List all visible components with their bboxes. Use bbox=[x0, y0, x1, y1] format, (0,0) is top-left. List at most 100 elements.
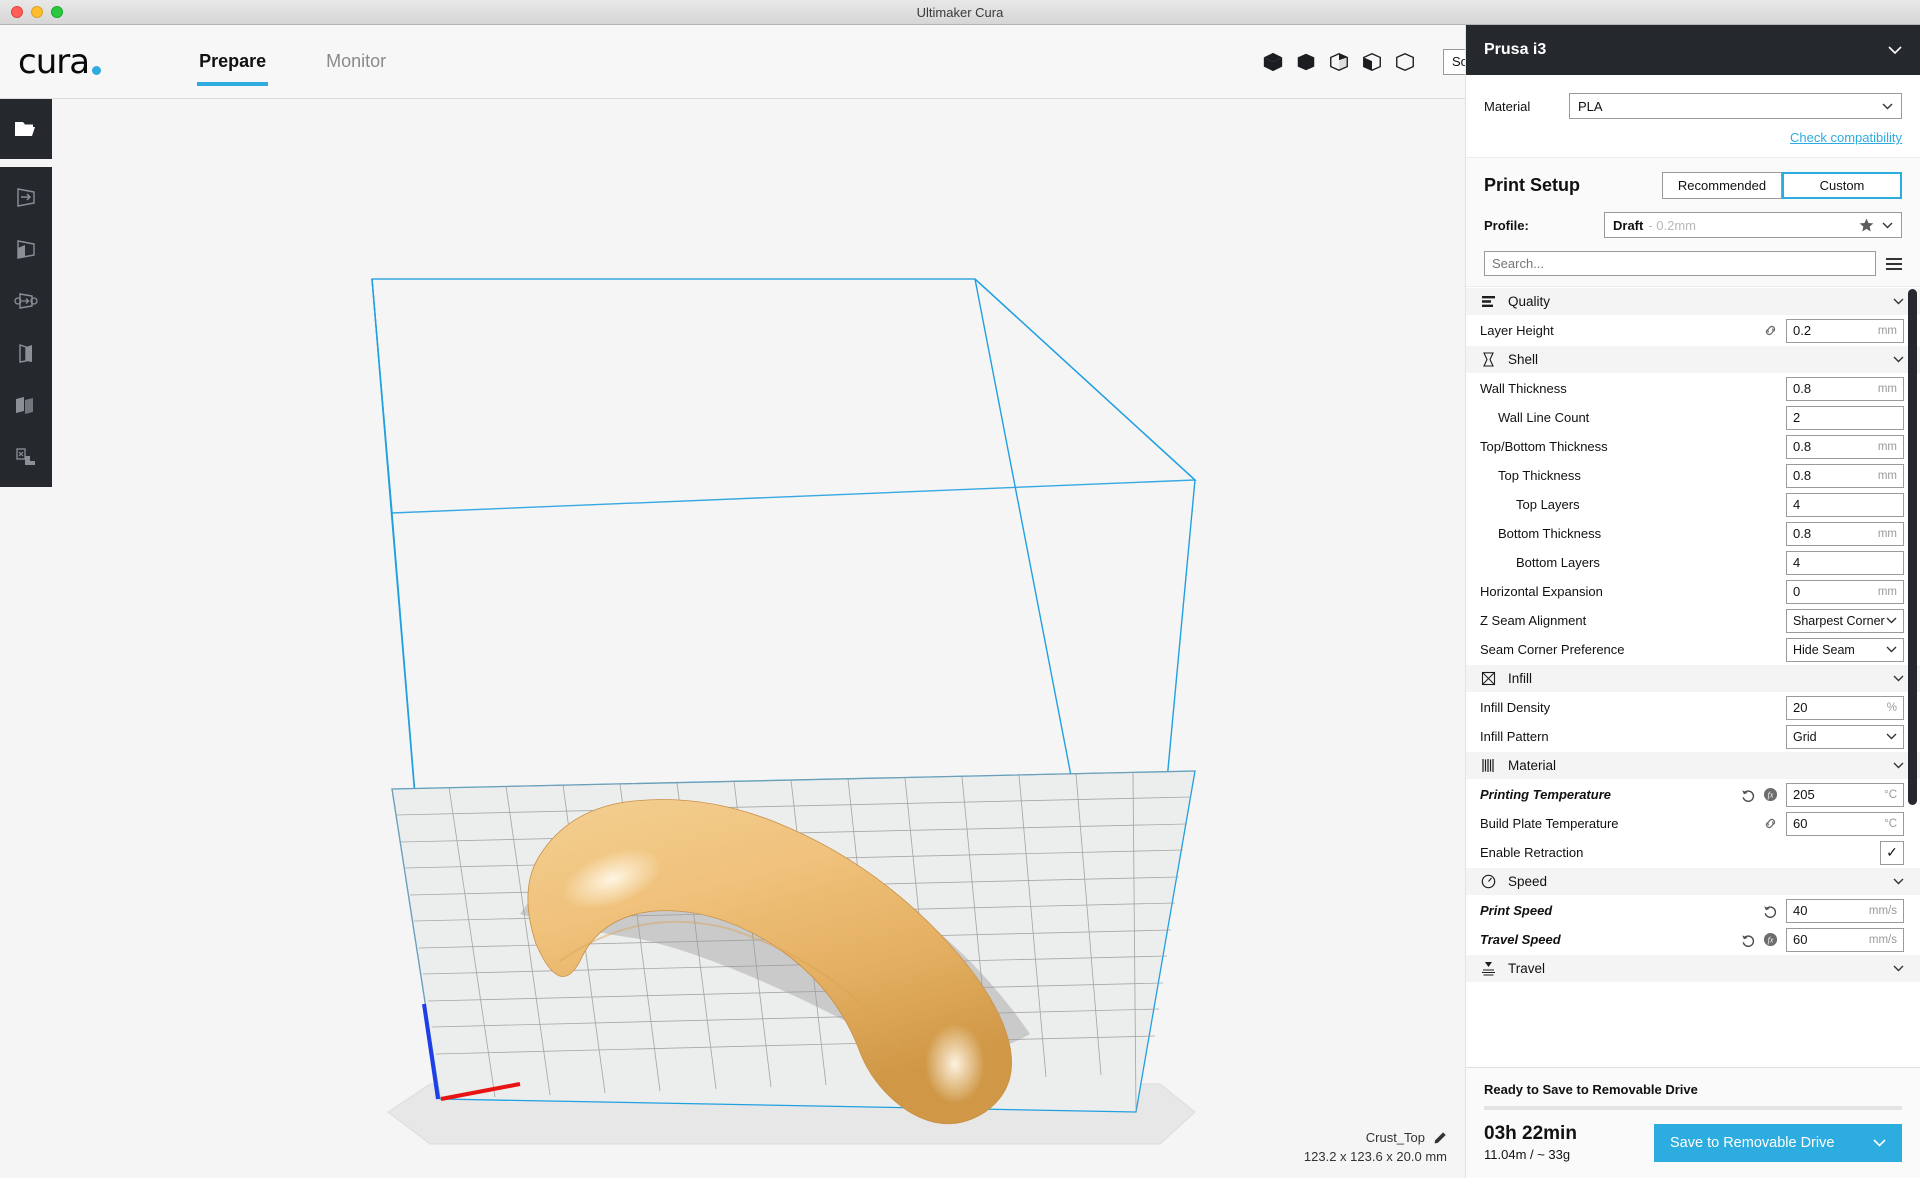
build-plate-scene bbox=[371, 278, 1197, 1145]
setting-input-travel-speed[interactable]: 60 mm/s bbox=[1786, 927, 1904, 952]
settings-category-quality[interactable]: Quality bbox=[1466, 287, 1920, 316]
setting-label: Top Thickness bbox=[1498, 468, 1581, 483]
setting-value: 0.8 bbox=[1793, 526, 1812, 541]
move-tool-icon bbox=[17, 188, 35, 207]
chevron-down-icon bbox=[1893, 965, 1904, 972]
setting-unit: mm bbox=[1877, 324, 1897, 337]
cube-wire-icon[interactable] bbox=[1394, 51, 1416, 73]
3d-viewport[interactable]: Crust_Top 123.2 x 123.6 x 20.0 mm bbox=[0, 99, 1465, 1178]
support-blocker-icon bbox=[16, 448, 35, 465]
setting-icons: fx bbox=[1741, 787, 1778, 802]
link-icon[interactable] bbox=[1763, 817, 1778, 830]
rotate-tool-button[interactable] bbox=[0, 275, 52, 327]
print-setup-title: Print Setup bbox=[1484, 175, 1581, 195]
setting-input-bottom-layers[interactable]: 4 bbox=[1786, 550, 1904, 575]
save-to-removable-drive-button[interactable]: Save to Removable Drive bbox=[1654, 1123, 1902, 1162]
infill-icon bbox=[1481, 671, 1496, 686]
printer-selector[interactable]: Prusa i3 bbox=[1466, 25, 1920, 75]
setting-row-printing-temperature: Printing Temperature fx 205 °C bbox=[1466, 780, 1920, 809]
setting-row-top-bottom-thickness: Top/Bottom Thickness 0.8 mm bbox=[1466, 432, 1920, 461]
material-select[interactable]: PLA bbox=[1569, 93, 1902, 119]
link-icon[interactable] bbox=[1763, 324, 1778, 337]
settings-category-infill[interactable]: Infill bbox=[1466, 664, 1920, 693]
setting-label: Wall Line Count bbox=[1498, 410, 1590, 425]
per-model-settings-button[interactable] bbox=[0, 379, 52, 431]
setting-input-top-layers[interactable]: 4 bbox=[1786, 492, 1904, 517]
setting-input-wall-thickness[interactable]: 0.8 mm bbox=[1786, 376, 1904, 401]
profile-sublabel: - 0.2mm bbox=[1648, 217, 1697, 233]
check-compatibility-link[interactable]: Check compatibility bbox=[1484, 130, 1902, 145]
print-setup-section: Print Setup Recommended Custom Profile: … bbox=[1466, 157, 1920, 286]
setting-input-top-thickness[interactable]: 0.8 mm bbox=[1786, 463, 1904, 488]
cube-shaded-icon[interactable] bbox=[1295, 51, 1317, 73]
settings-category-shell[interactable]: Shell bbox=[1466, 345, 1920, 374]
setting-value: 60 bbox=[1793, 932, 1808, 947]
setting-value: 2 bbox=[1793, 410, 1801, 425]
profile-select[interactable]: Draft - 0.2mm bbox=[1604, 212, 1902, 238]
setting-input-bottom-thickness[interactable]: 0.8 mm bbox=[1786, 521, 1904, 546]
setting-dropdown-infill-pattern[interactable]: Grid bbox=[1786, 724, 1904, 749]
settings-category-speed[interactable]: Speed bbox=[1466, 867, 1920, 896]
revert-icon[interactable] bbox=[1763, 904, 1778, 918]
shell-icon bbox=[1483, 352, 1494, 367]
chevron-down-icon[interactable] bbox=[1873, 1138, 1886, 1147]
setting-dropdown-z-seam-alignment[interactable]: Sharpest Corner bbox=[1786, 608, 1904, 633]
setting-row-infill-pattern: Infill Pattern Grid bbox=[1466, 722, 1920, 751]
setting-checkbox-enable-retraction[interactable]: ✓ bbox=[1880, 840, 1904, 865]
setting-input-print-speed[interactable]: 40 mm/s bbox=[1786, 898, 1904, 923]
revert-icon[interactable] bbox=[1741, 933, 1756, 947]
support-blocker-button[interactable] bbox=[0, 431, 52, 483]
setting-row-z-seam-alignment: Z Seam Alignment Sharpest Corner bbox=[1466, 606, 1920, 635]
setting-input-wall-line-count[interactable]: 2 bbox=[1786, 405, 1904, 430]
tab-prepare[interactable]: Prepare bbox=[169, 25, 296, 98]
setting-label: Enable Retraction bbox=[1480, 845, 1584, 860]
scale-tool-button[interactable] bbox=[0, 223, 52, 275]
setting-label: Wall Thickness bbox=[1480, 381, 1567, 396]
settings-scrollbar[interactable] bbox=[1908, 289, 1917, 805]
setting-icons bbox=[1763, 904, 1778, 918]
settings-menu-button[interactable] bbox=[1886, 255, 1902, 273]
setting-value: Sharpest Corner bbox=[1793, 613, 1885, 628]
setting-input-build-plate-temperature[interactable]: 60 °C bbox=[1786, 811, 1904, 836]
right-sidebar: Prusa i3 Material PLA Check compatibilit… bbox=[1465, 25, 1920, 1178]
setting-row-build-plate-temperature: Build Plate Temperature 60 °C bbox=[1466, 809, 1920, 838]
speed-icon bbox=[1481, 874, 1496, 889]
pencil-icon[interactable] bbox=[1433, 1131, 1447, 1145]
setting-value: 0.8 bbox=[1793, 468, 1812, 483]
mirror-tool-button[interactable] bbox=[0, 327, 52, 379]
setting-row-travel-speed: Travel Speed fx 60 mm/s bbox=[1466, 925, 1920, 954]
move-tool-button[interactable] bbox=[0, 171, 52, 223]
tab-monitor[interactable]: Monitor bbox=[296, 25, 416, 98]
cube-cut-icon[interactable] bbox=[1361, 51, 1383, 73]
mode-custom-button[interactable]: Custom bbox=[1782, 172, 1902, 199]
setting-value: 60 bbox=[1793, 816, 1808, 831]
setting-row-top-thickness: Top Thickness 0.8 mm bbox=[1466, 461, 1920, 490]
settings-list[interactable]: Quality Layer Height 0.2 mm Shell Wall Thickn… bbox=[1466, 286, 1920, 1067]
window-title: Ultimaker Cura bbox=[916, 4, 1004, 20]
revert-icon[interactable] bbox=[1741, 788, 1756, 802]
settings-category-travel[interactable]: Travel bbox=[1466, 954, 1920, 983]
open-file-button[interactable] bbox=[0, 103, 52, 155]
setting-label: Printing Temperature bbox=[1480, 787, 1611, 802]
category-label: Material bbox=[1508, 758, 1557, 773]
setting-input-infill-density[interactable]: 20% bbox=[1786, 695, 1904, 720]
setting-row-bottom-thickness: Bottom Thickness 0.8 mm bbox=[1466, 519, 1920, 548]
setting-input-printing-temperature[interactable]: 205 °C bbox=[1786, 782, 1904, 807]
setting-input-horizontal-expansion[interactable]: 0 mm bbox=[1786, 579, 1904, 604]
progress-bar bbox=[1484, 1106, 1902, 1110]
mode-recommended-button[interactable]: Recommended bbox=[1662, 172, 1782, 199]
setting-value: Hide Seam bbox=[1793, 642, 1855, 657]
setting-input-layer-height[interactable]: 0.2 mm bbox=[1786, 318, 1904, 343]
cura-logo: cura bbox=[18, 45, 102, 79]
settings-category-material[interactable]: Material bbox=[1466, 751, 1920, 780]
formula-icon[interactable]: fx bbox=[1763, 932, 1778, 947]
cube-outline-icon[interactable] bbox=[1328, 51, 1350, 73]
print-estimate: 03h 22min 11.04m / ~ 33g bbox=[1484, 1123, 1654, 1162]
cube-solid-icon[interactable] bbox=[1262, 51, 1284, 73]
setting-value: Grid bbox=[1793, 729, 1817, 744]
setting-input-top-bottom-thickness[interactable]: 0.8 mm bbox=[1786, 434, 1904, 459]
star-icon[interactable] bbox=[1859, 218, 1874, 232]
formula-icon[interactable]: fx bbox=[1763, 787, 1778, 802]
search-input[interactable] bbox=[1484, 251, 1876, 276]
setting-dropdown-seam-corner-preference[interactable]: Hide Seam bbox=[1786, 637, 1904, 662]
